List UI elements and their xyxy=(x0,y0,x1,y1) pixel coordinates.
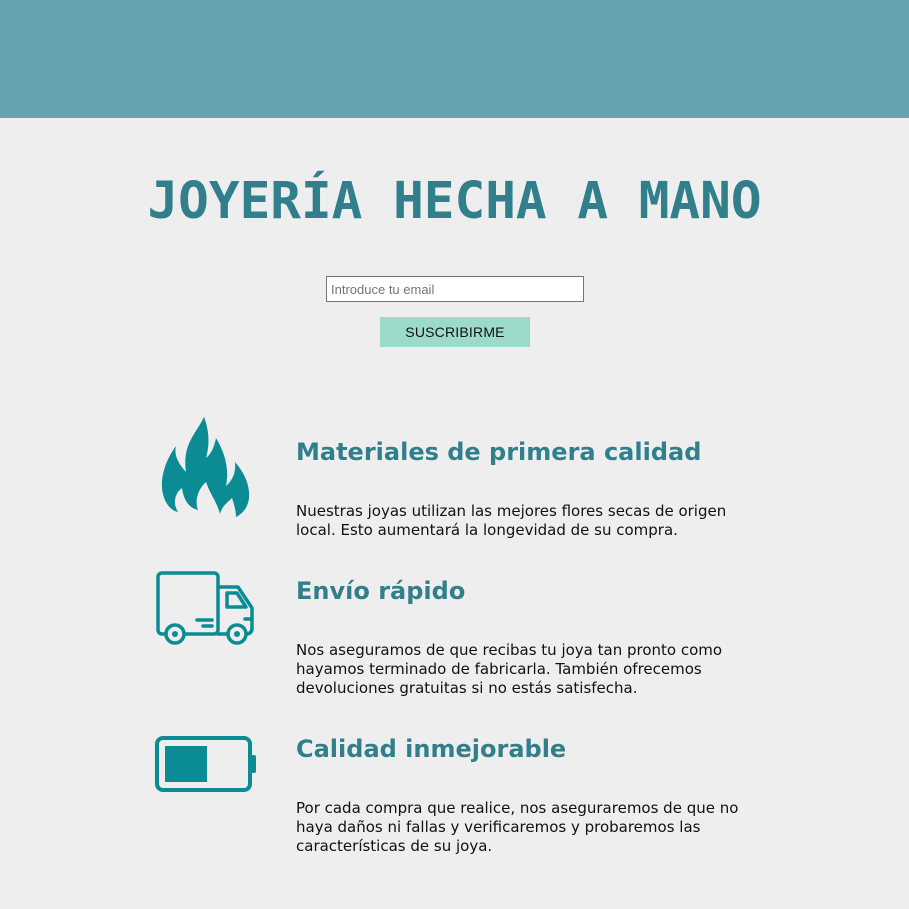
feature-title-calidad: Calidad inmejorable xyxy=(296,735,567,763)
battery-icon xyxy=(155,736,256,792)
fire-icon xyxy=(161,417,250,517)
email-field[interactable] xyxy=(326,276,584,302)
feature-title-envio: Envío rápido xyxy=(296,577,466,605)
truck-icon xyxy=(156,571,254,645)
feature-title-materiales: Materiales de primera calidad xyxy=(296,438,702,466)
feature-text-calidad: Por cada compra que realice, nos asegura… xyxy=(296,799,739,855)
feature-text-materiales: Nuestras joyas utilizan las mejores flor… xyxy=(296,502,727,539)
feature-text-envio: Nos aseguramos de que recibas tu joya ta… xyxy=(296,641,723,697)
header-bar xyxy=(0,0,909,118)
subscribe-button[interactable]: SUSCRIBIRME xyxy=(380,317,530,347)
page-title: JOYERÍA HECHA A MANO xyxy=(147,172,762,231)
